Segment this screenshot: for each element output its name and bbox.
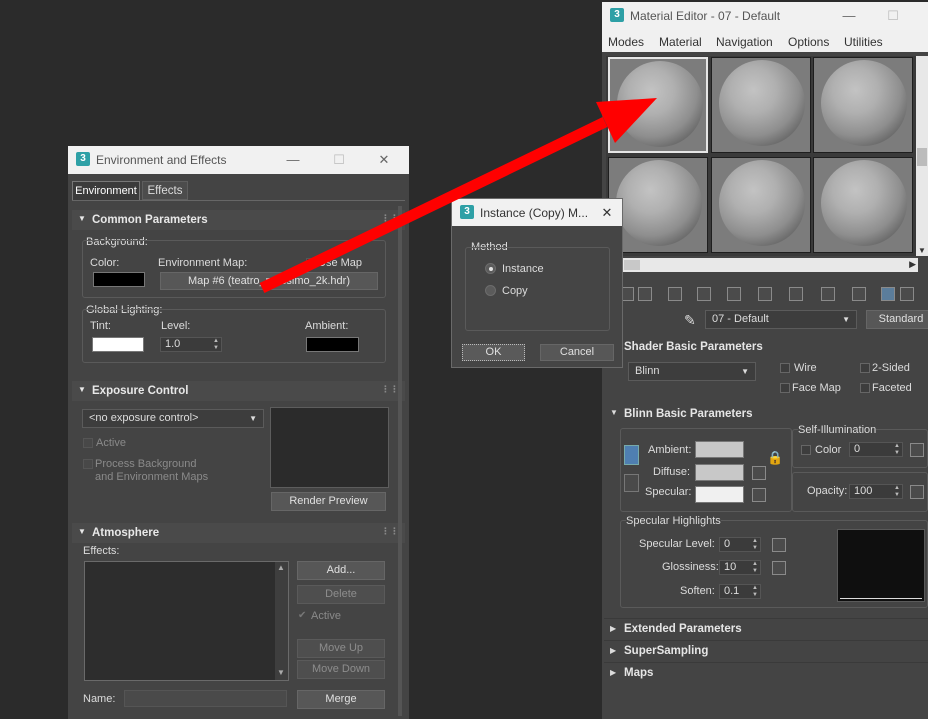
arrow-head (596, 98, 657, 143)
arrow-shaft (259, 117, 608, 293)
annotation-arrow (259, 98, 657, 293)
